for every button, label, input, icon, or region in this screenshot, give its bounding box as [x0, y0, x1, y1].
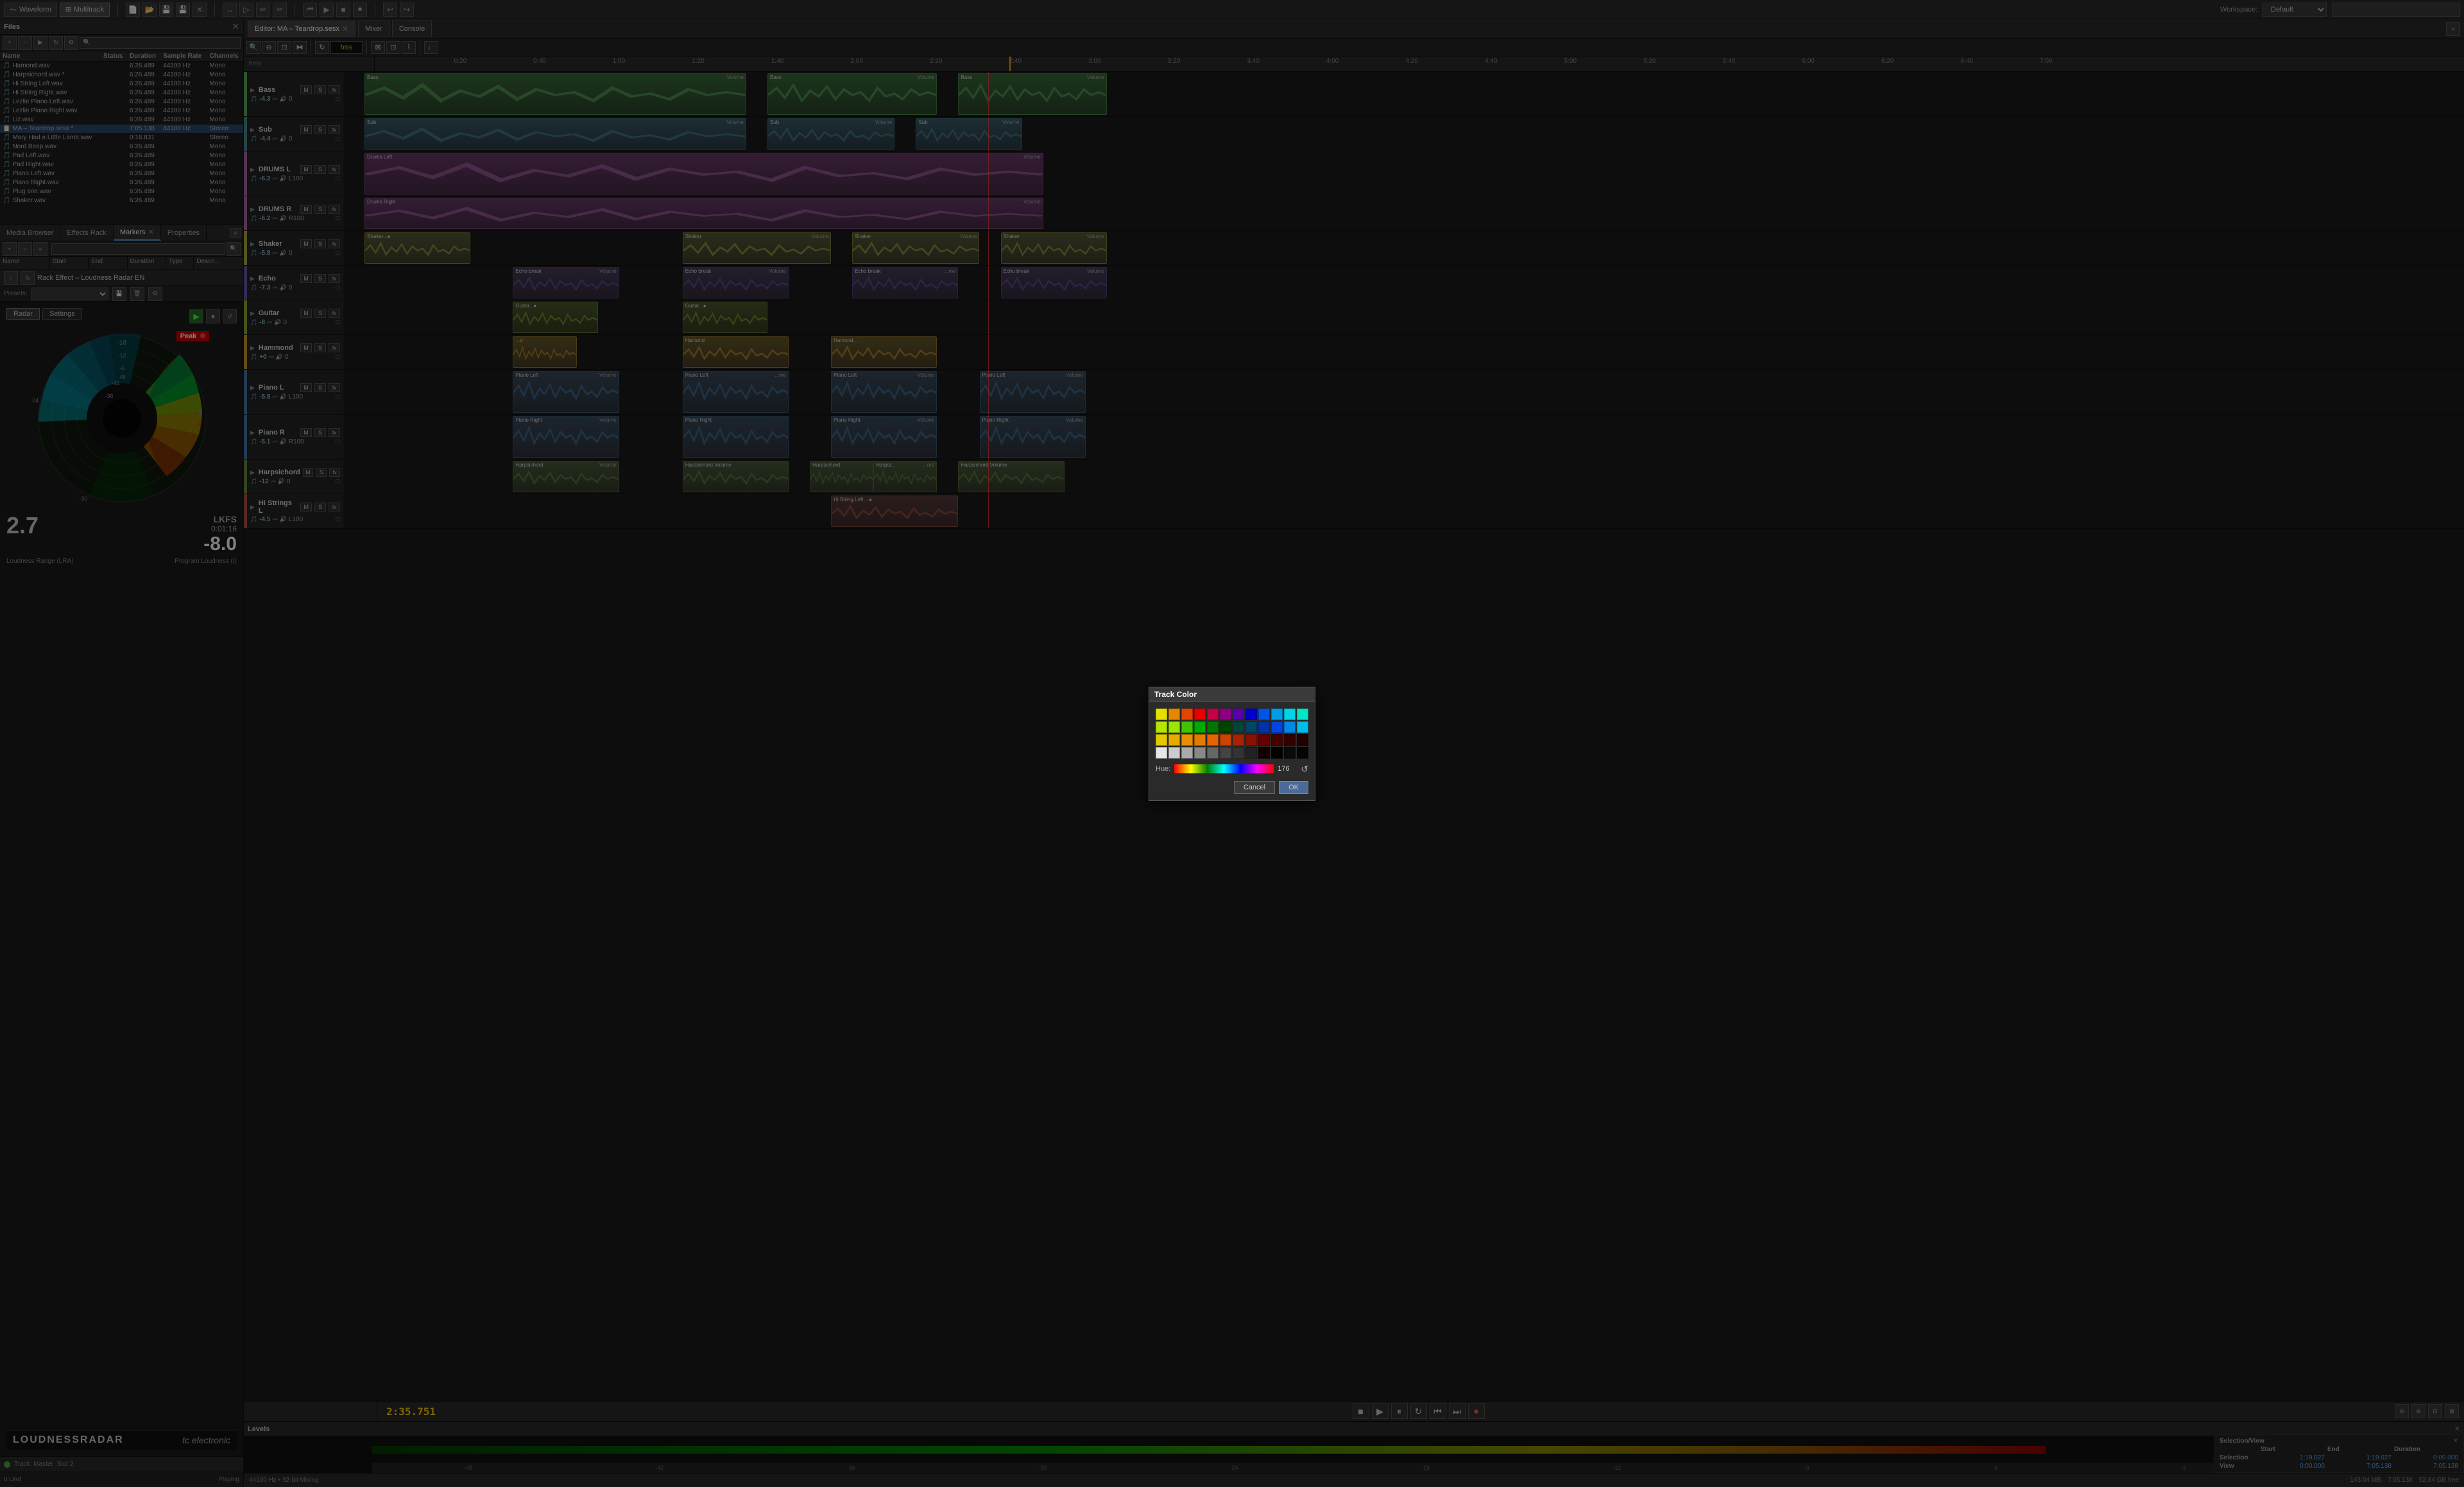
color-swatch[interactable] [1284, 747, 1296, 759]
modal-title: Track Color [1149, 687, 1315, 702]
color-swatch[interactable] [1181, 721, 1193, 733]
color-swatch[interactable] [1194, 734, 1206, 746]
color-swatch[interactable] [1220, 747, 1231, 759]
hue-reset-icon[interactable]: ↺ [1301, 764, 1308, 775]
color-swatch[interactable] [1220, 734, 1231, 746]
color-swatch[interactable] [1168, 721, 1180, 733]
color-swatch[interactable] [1156, 721, 1167, 733]
color-swatch[interactable] [1181, 747, 1193, 759]
color-swatch[interactable] [1233, 747, 1244, 759]
ok-button[interactable]: OK [1279, 781, 1308, 794]
modal-body: Hue: 176 ↺ Cancel OK [1149, 702, 1315, 800]
hue-label: Hue: [1156, 765, 1170, 773]
color-swatch[interactable] [1156, 747, 1167, 759]
color-swatch[interactable] [1207, 709, 1219, 720]
color-swatch[interactable] [1297, 747, 1308, 759]
color-swatch[interactable] [1245, 721, 1257, 733]
color-swatch[interactable] [1297, 709, 1308, 720]
color-swatch[interactable] [1245, 734, 1257, 746]
color-swatch[interactable] [1194, 709, 1206, 720]
color-swatch[interactable] [1258, 734, 1270, 746]
color-swatch[interactable] [1284, 734, 1296, 746]
color-swatch[interactable] [1168, 709, 1180, 720]
color-swatch[interactable] [1194, 721, 1206, 733]
color-swatch[interactable] [1207, 734, 1219, 746]
color-swatch[interactable] [1233, 721, 1244, 733]
color-swatch[interactable] [1271, 721, 1283, 733]
color-swatch[interactable] [1284, 709, 1296, 720]
color-swatch[interactable] [1297, 721, 1308, 733]
hue-value: 176 [1278, 765, 1297, 773]
color-swatch[interactable] [1207, 747, 1219, 759]
color-row [1156, 709, 1308, 720]
modal-overlay[interactable]: Track Color Hue: 176 ↺ Cancel OK [0, 0, 2464, 1487]
color-swatch[interactable] [1245, 709, 1257, 720]
color-swatch[interactable] [1271, 709, 1283, 720]
color-swatch[interactable] [1233, 734, 1244, 746]
color-grid [1156, 709, 1308, 759]
color-swatch[interactable] [1271, 734, 1283, 746]
color-swatch[interactable] [1233, 709, 1244, 720]
color-row [1156, 734, 1308, 746]
color-swatch[interactable] [1156, 709, 1167, 720]
color-swatch[interactable] [1168, 747, 1180, 759]
cancel-button[interactable]: Cancel [1234, 781, 1275, 794]
color-row [1156, 721, 1308, 733]
color-swatch[interactable] [1207, 721, 1219, 733]
color-swatch[interactable] [1181, 709, 1193, 720]
color-swatch[interactable] [1297, 734, 1308, 746]
color-swatch[interactable] [1156, 734, 1167, 746]
color-swatch[interactable] [1258, 721, 1270, 733]
color-swatch[interactable] [1181, 734, 1193, 746]
color-row [1156, 747, 1308, 759]
color-swatch[interactable] [1194, 747, 1206, 759]
hue-slider[interactable] [1174, 764, 1274, 773]
color-swatch[interactable] [1220, 709, 1231, 720]
hue-row: Hue: 176 ↺ [1156, 764, 1308, 775]
color-swatch[interactable] [1258, 709, 1270, 720]
color-swatch[interactable] [1220, 721, 1231, 733]
color-swatch[interactable] [1284, 721, 1296, 733]
track-color-modal: Track Color Hue: 176 ↺ Cancel OK [1149, 687, 1315, 801]
color-swatch[interactable] [1245, 747, 1257, 759]
modal-buttons: Cancel OK [1156, 781, 1308, 794]
color-swatch[interactable] [1258, 747, 1270, 759]
color-swatch[interactable] [1168, 734, 1180, 746]
color-swatch[interactable] [1271, 747, 1283, 759]
